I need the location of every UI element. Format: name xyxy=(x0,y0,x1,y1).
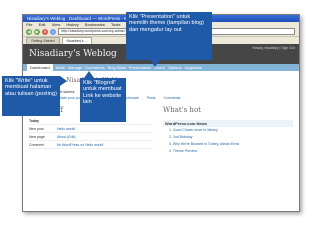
quick-links: Write a post Update your profile or pass… xyxy=(29,96,293,100)
stuff-row: New page About (Edit) xyxy=(29,133,153,141)
nav-presentation[interactable]: Presentation xyxy=(129,65,151,70)
news-item[interactable]: 3. Why We're Blocked in Turkey, Adrian E… xyxy=(163,141,293,148)
news-item[interactable]: 4. Theme Preview xyxy=(163,148,293,155)
callout-blogroll-arrow-icon xyxy=(84,71,94,78)
forward-icon[interactable]: ▶ xyxy=(34,28,40,35)
home-icon[interactable]: ⌂ xyxy=(50,28,56,35)
callout-presentation: Klik "Presentation" untuk memilih theme … xyxy=(126,12,212,60)
tab-getting-started[interactable]: Getting Started xyxy=(26,37,60,44)
nav-dashboard[interactable]: Dashboard xyxy=(27,64,53,71)
nav-options[interactable]: Options xyxy=(168,65,182,70)
blog-title[interactable]: Nisadiary's Weblog xyxy=(29,49,117,59)
news-item[interactable]: 1. Good Charts move to Weavy xyxy=(163,127,293,134)
stuff-row-label: New page xyxy=(29,134,45,139)
callout-write-arrow-icon xyxy=(60,76,67,86)
back-icon[interactable]: ◀ xyxy=(26,28,32,35)
howdy-text[interactable]: Howdy, nisadiary | Sign Out xyxy=(252,46,295,50)
menu-bookmarks[interactable]: Bookmarks xyxy=(85,22,105,27)
menu-file[interactable]: File xyxy=(26,22,32,27)
welcome-heading: Welcome to Nisadiary's Weblog xyxy=(29,77,125,84)
menu-view[interactable]: View xyxy=(52,22,61,27)
menu-tools[interactable]: Tools xyxy=(111,22,120,27)
callout-presentation-arrow-icon xyxy=(150,60,160,67)
callout-write: Klik "Write" untuk membuat halaman atau … xyxy=(2,76,60,116)
quick-text: Use these links to get started: xyxy=(29,90,76,94)
link-posts[interactable]: Posts xyxy=(147,96,156,100)
stuff-heading-text: Today xyxy=(29,118,40,123)
menu-history[interactable]: History xyxy=(66,22,78,27)
wp-admin-nav: Dashboard Write Manage Comments Blog Sta… xyxy=(23,64,299,71)
link-comments[interactable]: Comments xyxy=(163,96,180,100)
stuff-row-link[interactable]: About (Edit) xyxy=(57,135,75,139)
stuff-row: New post Hello world! xyxy=(29,125,153,133)
stuff-row-label: Comment xyxy=(29,142,45,147)
nav-write[interactable]: Write xyxy=(56,65,65,70)
callout-blogroll: Klik "Blogroll" untuk membuat Link ke we… xyxy=(80,78,126,122)
stuff-row: Comment Mr WordPress on Hello world! xyxy=(29,141,153,149)
nav-manage[interactable]: Manage xyxy=(68,65,82,70)
stuff-row-label: New post xyxy=(29,126,44,131)
stop-icon[interactable]: ✕ xyxy=(42,28,48,35)
whats-hot-title: What's hot xyxy=(163,106,201,114)
nav-blog-stats[interactable]: Blog Stats xyxy=(108,65,126,70)
menu-edit[interactable]: Edit xyxy=(39,22,46,27)
nav-upgrades[interactable]: Upgrades xyxy=(185,65,202,70)
nav-comments[interactable]: Comments xyxy=(85,65,104,70)
news-heading[interactable]: WordPress.com News xyxy=(163,120,293,127)
tab-nisadiary[interactable]: Nisadiary's ... xyxy=(61,37,93,44)
stuff-row-link[interactable]: Hello world! xyxy=(57,127,75,131)
news-item[interactable]: 2. 2nd Birthday xyxy=(163,134,293,141)
whats-hot-panel: What's hot WordPress.com News 1. Good Ch… xyxy=(163,104,293,155)
stuff-row-link[interactable]: Mr WordPress on Hello world! xyxy=(57,143,103,147)
dashboard-columns: Your stuff Today New post Hello world! N… xyxy=(29,104,293,155)
